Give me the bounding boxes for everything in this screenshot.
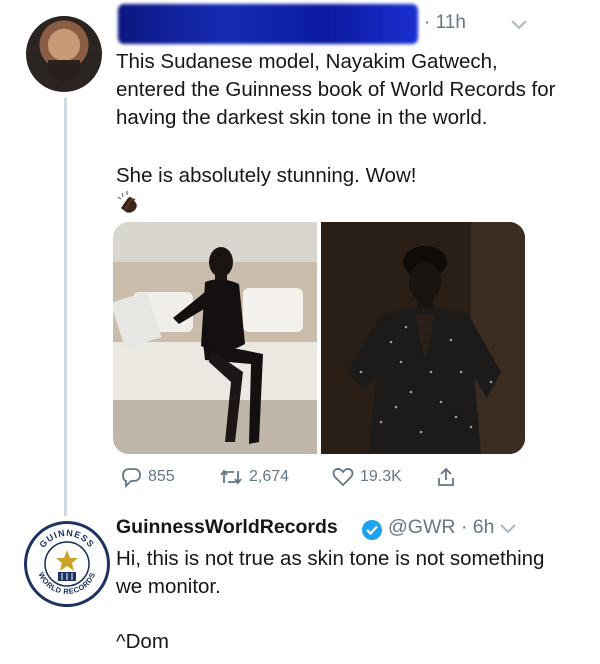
share-button[interactable] <box>435 466 457 488</box>
reply-icon <box>122 468 141 488</box>
like-count: 19.3K <box>360 468 402 485</box>
display-name[interactable]: GuinnessWorldRecords <box>116 516 338 539</box>
tweet-body: This Sudanese model, Nayakim Gatwech, en… <box>116 48 566 248</box>
chevron-down-icon[interactable] <box>498 521 518 535</box>
avatar-beard <box>48 60 80 82</box>
chevron-down-icon[interactable] <box>508 16 530 32</box>
reply-signoff: ^Dom <box>116 630 169 653</box>
retweet-count: 2,674 <box>249 468 290 485</box>
user-avatar[interactable] <box>26 16 102 92</box>
photo-illustration <box>321 222 525 454</box>
tweet-timestamp[interactable]: · 11h <box>424 12 466 34</box>
tweet-paragraph: This Sudanese model, Nayakim Gatwech, en… <box>116 50 556 129</box>
retweet-icon <box>220 469 242 485</box>
handle-and-time[interactable]: @GWR · 6h <box>388 516 494 539</box>
tweet-actions: 855 2,674 19.3K <box>113 466 473 492</box>
reply-body: Hi, this is not true as skin tone is not… <box>116 547 545 598</box>
photo-model-sequin-dress[interactable] <box>321 222 525 454</box>
photo-illustration <box>113 222 317 454</box>
share-icon <box>438 467 454 486</box>
reply-button[interactable]: 855 <box>119 466 175 488</box>
redacted-username <box>118 4 418 44</box>
like-button[interactable]: 19.3K <box>331 466 402 488</box>
thread-line <box>64 98 67 516</box>
verified-badge-icon <box>362 520 382 540</box>
gwr-avatar[interactable]: GUINNESS WORLD RECORDS <box>24 521 110 607</box>
heart-icon <box>332 467 354 487</box>
clapping-hands-icon <box>117 191 137 213</box>
photo-model-on-bed[interactable] <box>113 222 317 454</box>
tweet-media[interactable] <box>113 222 525 454</box>
reply-count: 855 <box>148 468 175 485</box>
gwr-logo: GUINNESS WORLD RECORDS <box>29 526 105 602</box>
retweet-button[interactable]: 2,674 <box>218 466 289 488</box>
